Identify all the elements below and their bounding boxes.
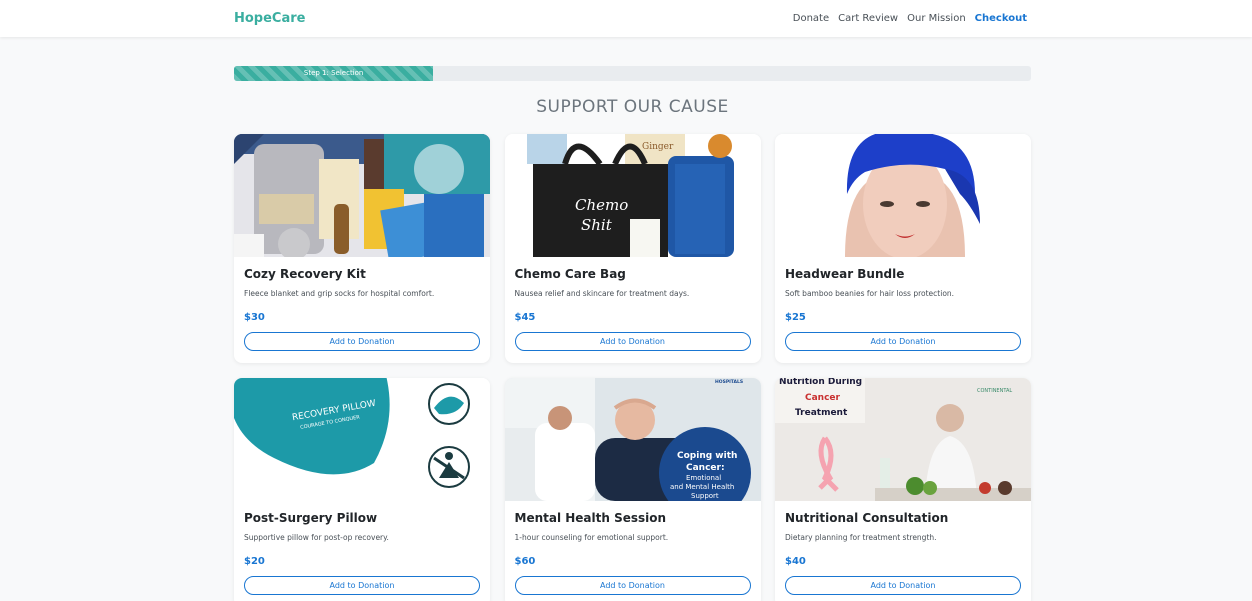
product-title: Chemo Care Bag (514, 267, 626, 281)
product-description: Nausea relief and skincare for treatment… (514, 289, 690, 298)
product-image: RECOVERY PILLOW COURAGE TO CONQUER (234, 378, 490, 501)
brand-logo[interactable]: HopeCare (234, 11, 305, 26)
add-to-donation-button[interactable]: Add to Donation (514, 576, 751, 595)
product-card-headwear-bundle: Headwear Bundle Soft bamboo beanies for … (775, 134, 1031, 363)
product-title: Headwear Bundle (785, 267, 905, 281)
image-label: Cancer: (686, 463, 725, 473)
product-title: Nutritional Consultation (785, 511, 949, 525)
product-price: $25 (785, 312, 806, 323)
image-label: Support (691, 492, 719, 500)
top-navbar: HopeCare Donate Cart Review Our Mission … (0, 0, 1252, 37)
product-card-nutritional-consultation: Nutrition During Cancer Treatment CONTIN… (775, 378, 1031, 601)
image-label: Emotional (686, 474, 721, 482)
section-title: SUPPORT OUR CAUSE (536, 97, 729, 117)
product-image (234, 134, 490, 257)
step-progress: Step 1: Selection (234, 66, 1031, 81)
image-label: Treatment (795, 408, 848, 418)
nav-cart-review[interactable]: Cart Review (838, 13, 898, 24)
image-label: and Mental Health (670, 483, 734, 491)
product-card-post-surgery-pillow: RECOVERY PILLOW COURAGE TO CONQUER Post-… (234, 378, 490, 601)
image-label: CONTINENTAL (977, 388, 1012, 394)
product-image (775, 134, 1031, 257)
product-price: $30 (244, 312, 265, 323)
product-card-chemo-care-bag: Ginger Chemo Shit Chemo Care Bag Nausea … (504, 134, 761, 363)
product-card-cozy-recovery-kit: Cozy Recovery Kit Fleece blanket and gri… (234, 134, 490, 363)
product-image: Ginger Chemo Shit (504, 134, 761, 257)
product-description: Dietary planning for treatment strength. (785, 533, 937, 542)
product-description: Soft bamboo beanies for hair loss protec… (785, 289, 955, 298)
image-label: Cancer (805, 393, 841, 403)
progress-bar-fill: Step 1: Selection (234, 66, 434, 81)
product-image: Coping with Cancer: Emotional and Mental… (504, 378, 761, 501)
image-label: Nutrition During (779, 378, 862, 387)
image-label: Chemo (575, 196, 628, 214)
add-to-donation-button[interactable]: Add to Donation (514, 332, 751, 351)
product-description: Supportive pillow for post-op recovery. (244, 533, 389, 542)
nav-checkout[interactable]: Checkout (975, 13, 1027, 24)
product-card-mental-health-session: Coping with Cancer: Emotional and Mental… (504, 378, 761, 601)
product-title: Cozy Recovery Kit (244, 267, 366, 281)
image-label: Shit (581, 216, 613, 234)
product-price: $60 (514, 556, 536, 567)
nav-our-mission[interactable]: Our Mission (907, 13, 966, 24)
product-price: $45 (514, 312, 536, 323)
image-label: Coping with (677, 451, 737, 461)
product-grid: Cozy Recovery Kit Fleece blanket and gri… (234, 134, 1031, 601)
product-description: 1-hour counseling for emotional support. (514, 533, 669, 542)
image-label: HOSPITALS (715, 379, 743, 385)
product-price: $20 (244, 556, 265, 567)
add-to-donation-button[interactable]: Add to Donation (244, 332, 480, 351)
add-to-donation-button[interactable]: Add to Donation (785, 576, 1021, 595)
add-to-donation-button[interactable]: Add to Donation (785, 332, 1021, 351)
add-to-donation-button[interactable]: Add to Donation (244, 576, 480, 595)
image-label: Ginger (642, 142, 674, 152)
product-price: $40 (785, 556, 806, 567)
nav-donate[interactable]: Donate (793, 13, 829, 24)
product-image: Nutrition During Cancer Treatment CONTIN… (775, 378, 1031, 501)
product-title: Post-Surgery Pillow (244, 511, 378, 525)
product-title: Mental Health Session (514, 511, 667, 525)
nav-links: Donate Cart Review Our Mission Checkout (793, 13, 1027, 24)
product-description: Fleece blanket and grip socks for hospit… (244, 289, 435, 298)
